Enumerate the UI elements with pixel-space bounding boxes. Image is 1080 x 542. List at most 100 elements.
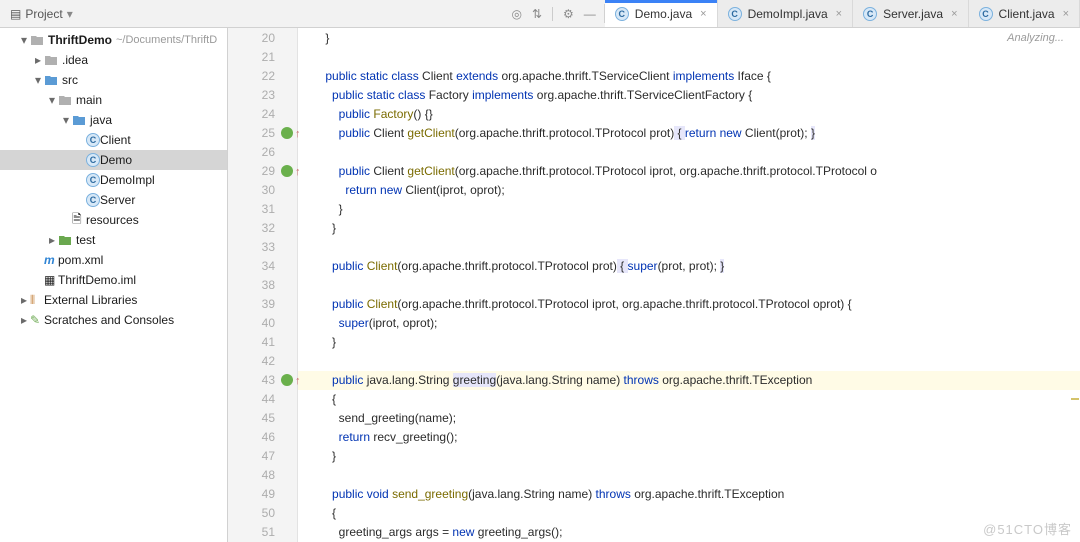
tree-item-Server[interactable]: C Server [0,190,227,210]
gear-icon[interactable]: ⚙ [563,7,574,21]
gutter-line[interactable]: 40 [228,314,297,333]
code-editor[interactable]: 2021222324252629303132333438394041424344… [228,28,1080,542]
gutter-line[interactable]: 51 [228,523,297,542]
gutter-run-icon[interactable] [281,374,293,386]
tree-item-main[interactable]: ▾ main [0,90,227,110]
tree-item-ThriftDemo[interactable]: ▾ ThriftDemo~/Documents/ThriftD [0,30,227,50]
tree-item-pom-xml[interactable]: m pom.xml [0,250,227,270]
tree-item-java[interactable]: ▾ java [0,110,227,130]
gutter-line[interactable]: 38 [228,276,297,295]
code-line[interactable]: { [298,504,1080,523]
gutter-line[interactable]: 39 [228,295,297,314]
code-line[interactable]: public static class Client extends org.a… [298,67,1080,86]
gutter-line[interactable]: 46 [228,428,297,447]
project-tool-label[interactable]: ▤ Project ▾ [0,0,79,27]
tree-item-Demo[interactable]: C Demo [0,150,227,170]
project-tree[interactable]: ▾ ThriftDemo~/Documents/ThriftD▸ .idea▾ … [0,28,228,542]
twist-icon[interactable]: ▾ [32,73,44,87]
code-line[interactable]: public static class Factory implements o… [298,86,1080,105]
gutter-line[interactable]: 34 [228,257,297,276]
gutter-line[interactable]: 29 [228,162,297,181]
gutter-line[interactable]: 32 [228,219,297,238]
code-line[interactable]: return recv_greeting(); [298,428,1080,447]
code-line[interactable]: super(iprot, oprot); [298,314,1080,333]
code-line[interactable]: } [298,29,1080,48]
editor-tab-DemoImpl-java[interactable]: CDemoImpl.java× [718,0,853,27]
close-icon[interactable]: × [951,8,957,20]
code-line[interactable]: public void send_greeting(java.lang.Stri… [298,485,1080,504]
expand-all-icon[interactable]: ⇅ [532,7,542,21]
editor-tab-Client-java[interactable]: CClient.java× [969,0,1080,27]
code-line[interactable] [298,238,1080,257]
gutter-line[interactable]: 48 [228,466,297,485]
editor-tab-Demo-java[interactable]: CDemo.java× [605,0,718,27]
code-line[interactable]: greeting_args args = new greeting_args()… [298,523,1080,542]
code-line[interactable]: public Factory() {} [298,105,1080,124]
tree-item-ThriftDemo-iml[interactable]: ▦ ThriftDemo.iml [0,270,227,290]
gutter-line[interactable]: 22 [228,67,297,86]
tree-label: DemoImpl [100,173,155,187]
class-icon: C [86,153,100,167]
code-line[interactable]: } [298,447,1080,466]
twist-icon[interactable]: ▸ [46,233,58,247]
tree-item--idea[interactable]: ▸ .idea [0,50,227,70]
gutter-line[interactable]: 21 [228,48,297,67]
tree-item-test[interactable]: ▸ test [0,230,227,250]
code-line[interactable]: return new Client(iprot, oprot); [298,181,1080,200]
code-line[interactable]: } [298,219,1080,238]
code-line[interactable] [298,48,1080,67]
code-line[interactable] [298,466,1080,485]
tree-item-Client[interactable]: C Client [0,130,227,150]
gutter-line[interactable]: 30 [228,181,297,200]
gutter-line[interactable]: 44 [228,390,297,409]
code-line[interactable]: } [298,333,1080,352]
minimize-icon[interactable]: — [584,7,596,21]
code-line[interactable]: public Client getClient(org.apache.thrif… [298,162,1080,181]
twist-icon[interactable]: ▾ [46,93,58,107]
gutter-line[interactable]: 26 [228,143,297,162]
gutter-line[interactable]: 45 [228,409,297,428]
gutter-run-icon[interactable] [281,165,293,177]
twist-icon[interactable]: ▾ [60,113,72,127]
gutter-line[interactable]: 42 [228,352,297,371]
tree-item-External-Libraries[interactable]: ▸⫴ External Libraries [0,290,227,310]
close-icon[interactable]: × [1063,8,1069,20]
editor-code[interactable]: } public static class Client extends org… [298,28,1080,542]
maven-icon: m [44,253,58,267]
twist-icon[interactable]: ▾ [18,33,30,47]
gutter-line[interactable]: 23 [228,86,297,105]
select-opened-icon[interactable]: ◎ [511,7,521,21]
gutter-line[interactable]: 24 [228,105,297,124]
gutter-line[interactable]: 20 [228,29,297,48]
code-line[interactable]: public Client(org.apache.thrift.protocol… [298,295,1080,314]
gutter-line[interactable]: 47 [228,447,297,466]
folder-icon [30,33,44,47]
code-line[interactable]: public java.lang.String greeting(java.la… [298,371,1080,390]
tree-item-DemoImpl[interactable]: C DemoImpl [0,170,227,190]
gutter-line[interactable]: 50 [228,504,297,523]
tree-item-Scratches-and-Consoles[interactable]: ▸✎ Scratches and Consoles [0,310,227,330]
code-line[interactable]: public Client getClient(org.apache.thrif… [298,124,1080,143]
gutter-line[interactable]: 25 [228,124,297,143]
close-icon[interactable]: × [836,8,842,20]
editor-tab-Server-java[interactable]: CServer.java× [853,0,968,27]
gutter-line[interactable]: 31 [228,200,297,219]
code-line[interactable] [298,143,1080,162]
code-line[interactable] [298,276,1080,295]
twist-icon[interactable]: ▸ [18,313,30,327]
code-line[interactable] [298,352,1080,371]
code-line[interactable]: { [298,390,1080,409]
twist-icon[interactable]: ▸ [32,53,44,67]
close-icon[interactable]: × [700,8,706,20]
gutter-line[interactable]: 43 [228,371,297,390]
gutter-line[interactable]: 49 [228,485,297,504]
gutter-line[interactable]: 41 [228,333,297,352]
gutter-line[interactable]: 33 [228,238,297,257]
twist-icon[interactable]: ▸ [18,293,30,307]
tree-item-resources[interactable]: 🗎 resources [0,210,227,230]
code-line[interactable]: public Client(org.apache.thrift.protocol… [298,257,1080,276]
code-line[interactable]: } [298,200,1080,219]
tree-item-src[interactable]: ▾ src [0,70,227,90]
gutter-run-icon[interactable] [281,127,293,139]
code-line[interactable]: send_greeting(name); [298,409,1080,428]
